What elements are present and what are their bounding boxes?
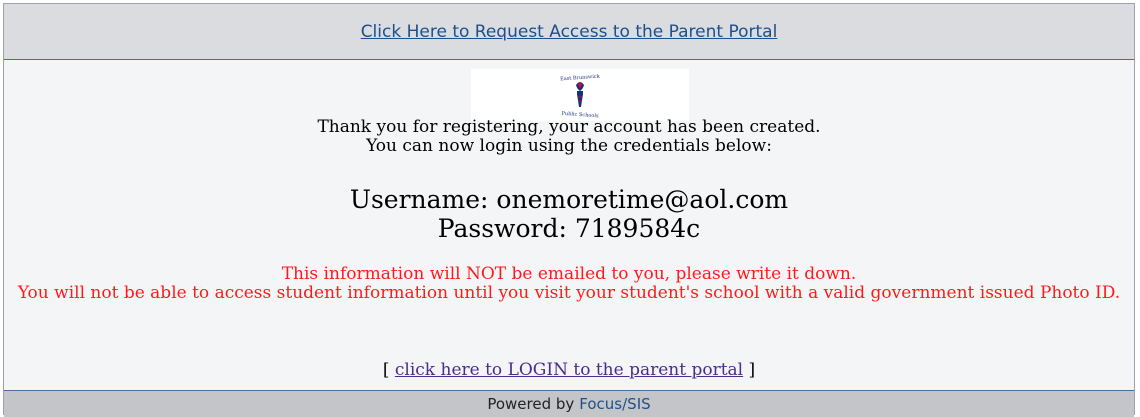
svg-text:East Brunswick: East Brunswick bbox=[560, 74, 601, 83]
focus-sis-link[interactable]: Focus/SIS bbox=[579, 395, 650, 413]
warning-line-2: You will not be able to access student i… bbox=[17, 283, 1121, 303]
login-line: [ click here to LOGIN to the parent port… bbox=[4, 360, 1134, 380]
main-content: East Brunswick Public Schools Thank you … bbox=[4, 60, 1134, 390]
confirmation-line-2: You can now login using the credentials … bbox=[366, 136, 772, 156]
portal-frame: Click Here to Request Access to the Pare… bbox=[3, 3, 1135, 417]
open-bracket: [ bbox=[382, 360, 390, 380]
request-access-link[interactable]: Click Here to Request Access to the Pare… bbox=[361, 22, 778, 42]
username-text: Username: onemoretime@aol.com bbox=[349, 185, 789, 214]
school-torch-logo-icon: East Brunswick Public Schools bbox=[560, 74, 601, 120]
warning-message: This information will NOT be emailed to … bbox=[4, 265, 1134, 303]
header-bar: Click Here to Request Access to the Pare… bbox=[4, 4, 1134, 60]
powered-by-text: Powered by bbox=[487, 395, 575, 413]
credentials-block: Username: onemoretime@aol.com Password: … bbox=[4, 185, 1134, 243]
confirmation-message: Thank you for registering, your account … bbox=[4, 118, 1134, 156]
footer-bar: Powered by Focus/SIS bbox=[4, 390, 1134, 417]
password-text: Password: 7189584c bbox=[437, 214, 701, 243]
confirmation-line-1: Thank you for registering, your account … bbox=[317, 117, 821, 137]
warning-line-1: This information will NOT be emailed to … bbox=[281, 264, 857, 284]
login-link[interactable]: click here to LOGIN to the parent portal bbox=[395, 360, 743, 380]
close-bracket: ] bbox=[748, 360, 756, 380]
school-logo: East Brunswick Public Schools bbox=[471, 69, 689, 121]
